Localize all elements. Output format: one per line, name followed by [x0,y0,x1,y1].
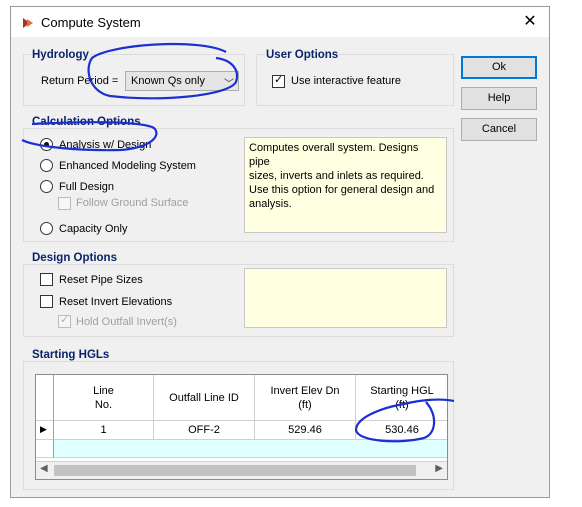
starting-hgls-table[interactable]: Line No. Outfall Line ID Invert Elev Dn … [35,374,448,480]
current-row-icon: ▶ [40,424,47,434]
radio-capacity-only[interactable] [40,222,53,235]
row-header-corner [36,375,54,421]
radio-capacity-only-label: Capacity Only [59,223,128,235]
cell-invert-elev[interactable]: 529.46 [255,421,356,440]
horizontal-scrollbar[interactable]: ◀ ▶ [36,461,447,479]
new-row-selector[interactable] [36,440,54,458]
check-icon: ✓ [274,74,284,86]
interactive-label: Use interactive feature [291,75,402,87]
compute-system-dialog: Compute System ✕ Hydrology Return Period… [10,6,550,498]
design-options-title: Design Options [31,252,118,264]
radio-full-design[interactable] [40,180,53,193]
reset-invert-checkbox[interactable] [40,295,53,308]
design-description [244,268,447,328]
radio-enhanced-modeling-label: Enhanced Modeling System [59,160,196,172]
scroll-left-icon[interactable]: ◀ [40,463,48,474]
column-header-line-no[interactable]: Line No. [54,375,154,421]
return-period-select[interactable]: Known Qs only ﹀ [125,71,239,91]
column-header-outfall-id[interactable]: Outfall Line ID [154,375,255,421]
radio-analysis-design[interactable] [40,138,53,151]
cell-outfall-id[interactable]: OFF-2 [154,421,255,440]
row-selector[interactable]: ▶ [36,421,54,440]
hold-outfall-label: Hold Outfall Invert(s) [76,316,177,328]
check-icon: ✓ [60,314,70,326]
hydrology-title: Hydrology [31,49,90,61]
radio-enhanced-modeling[interactable] [40,159,53,172]
scroll-thumb[interactable] [54,465,416,476]
reset-pipe-sizes-checkbox[interactable] [40,273,53,286]
user-options-title: User Options [265,49,340,61]
app-icon [23,18,33,28]
radio-selected-dot [44,142,49,147]
cell-line-no[interactable]: 1 [54,421,154,440]
starting-hgls-title: Starting HGLs [31,349,111,361]
calculation-options-title: Calculation Options [31,116,142,128]
cancel-button[interactable]: Cancel [461,118,537,141]
return-period-value: Known Qs only [131,75,205,87]
column-header-invert-elev[interactable]: Invert Elev Dn (ft) [255,375,356,421]
window-title: Compute System [41,15,141,30]
scroll-right-icon[interactable]: ▶ [435,463,443,474]
chevron-down-icon: ﹀ [224,79,234,90]
return-period-label: Return Period = [41,75,119,87]
title-bar[interactable]: Compute System ✕ [11,7,549,37]
reset-invert-label: Reset Invert Elevations [59,296,173,308]
hold-outfall-checkbox: ✓ [58,314,71,328]
calculation-description: Computes overall system. Designs pipe si… [244,137,447,233]
new-row[interactable] [54,440,447,458]
radio-full-design-label: Full Design [59,181,115,193]
help-button[interactable]: Help [461,87,537,110]
follow-ground-label: Follow Ground Surface [76,197,189,209]
close-icon[interactable]: ✕ [519,11,541,33]
radio-analysis-design-label: Analysis w/ Design [59,139,152,151]
interactive-checkbox[interactable]: ✓ [272,74,285,88]
column-header-starting-hgl[interactable]: Starting HGL (ft) [356,375,447,421]
ok-button[interactable]: Ok [461,56,537,79]
cell-starting-hgl[interactable]: 530.46 [356,421,447,440]
follow-ground-checkbox [58,197,71,210]
reset-pipe-sizes-label: Reset Pipe Sizes [59,274,143,286]
